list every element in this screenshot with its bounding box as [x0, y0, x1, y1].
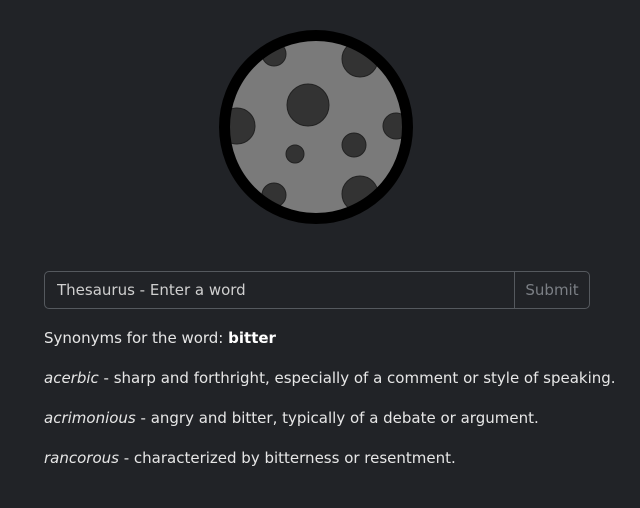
synonym-definition: angry and bitter, typically of a debate … [150, 409, 539, 427]
submit-button[interactable]: Submit [514, 271, 590, 309]
searched-word: bitter [228, 329, 276, 347]
synonym-word: acrimonious [44, 409, 136, 427]
list-item: rancorous - characterized by bitterness … [44, 448, 624, 468]
moon-icon [219, 30, 413, 224]
synonym-definition: characterized by bitterness or resentmen… [133, 449, 456, 467]
search-input[interactable] [44, 271, 514, 309]
results-panel: Synonyms for the word: bitter acerbic - … [44, 328, 624, 488]
results-heading: Synonyms for the word: bitter [44, 328, 624, 348]
page: Submit Synonyms for the word: bitter ace… [0, 0, 640, 508]
synonym-definition: sharp and forthright, especially of a co… [113, 369, 616, 387]
separator: - [135, 409, 151, 427]
search-bar: Submit [44, 271, 590, 309]
heading-prefix: Synonyms for the word: [44, 329, 224, 347]
synonym-list: acerbic - sharp and forthright, especial… [44, 368, 624, 468]
list-item: acrimonious - angry and bitter, typicall… [44, 408, 624, 428]
synonym-word: rancorous [44, 449, 119, 467]
separator: - [118, 449, 134, 467]
list-item: acerbic - sharp and forthright, especial… [44, 368, 624, 388]
synonym-word: acerbic [44, 369, 99, 387]
separator: - [98, 369, 114, 387]
